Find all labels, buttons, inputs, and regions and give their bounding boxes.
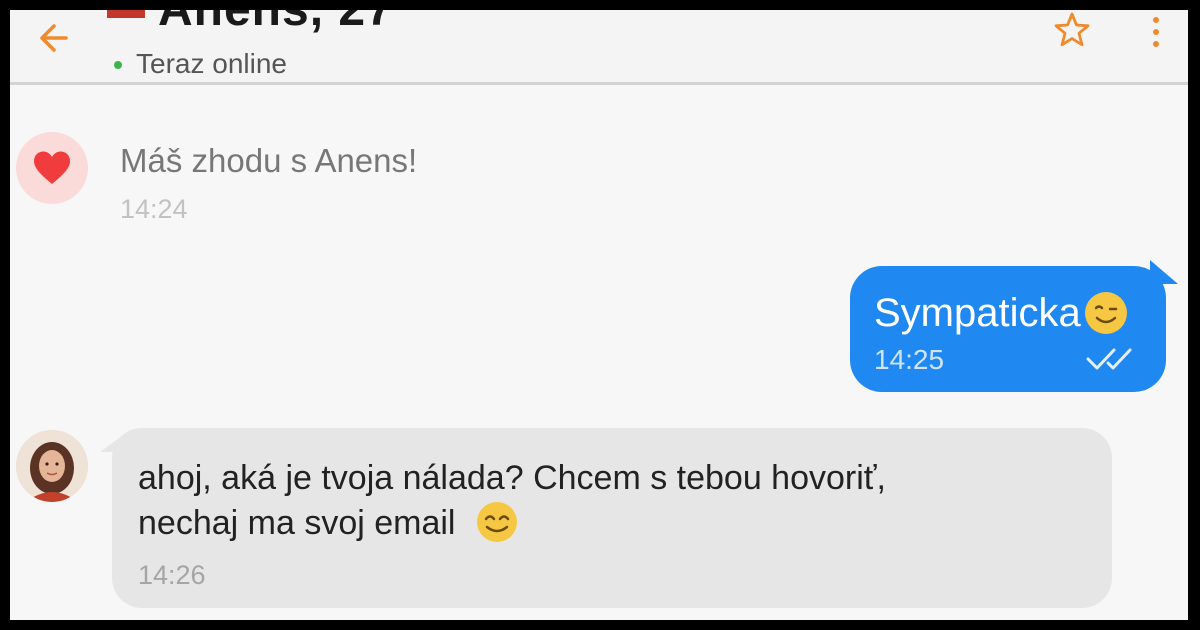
contact-name[interactable]: Anens, 27 xyxy=(158,10,394,37)
chat-screen: Anens, 27 Teraz online Máš zhodu s Anens… xyxy=(10,10,1188,620)
incoming-message-line-1: ahoj, aká je tvoja nálada? Chcem s tebou… xyxy=(138,459,886,497)
more-vert-icon xyxy=(1153,17,1159,23)
match-heart-badge xyxy=(16,132,88,204)
more-vert-dot xyxy=(1153,29,1159,35)
avatar[interactable] xyxy=(16,430,88,502)
more-vert-dot xyxy=(1153,41,1159,47)
outgoing-message-time: 14:25 xyxy=(874,344,945,375)
flag-icon xyxy=(107,10,145,18)
heart-icon xyxy=(34,151,70,184)
more-options-button[interactable] xyxy=(1142,10,1170,54)
star-icon xyxy=(1054,12,1090,47)
double-check-icon xyxy=(1086,348,1132,370)
match-time: 14:24 xyxy=(120,194,188,224)
incoming-message-line-2: nechaj ma svoj email xyxy=(138,504,456,542)
chat-header: Anens, 27 Teraz online xyxy=(10,10,1188,85)
outgoing-message-bubble[interactable]: Sympaticka 14:25 xyxy=(850,266,1166,392)
smile-emoji xyxy=(476,502,517,542)
outgoing-message-text: Sympaticka xyxy=(874,290,1081,335)
online-status: Teraz online xyxy=(136,48,287,79)
outgoing-message-content: Sympaticka xyxy=(874,290,1129,336)
back-button[interactable] xyxy=(34,18,74,58)
favorite-button[interactable] xyxy=(1052,10,1092,50)
incoming-message-line-2-wrap: nechaj ma svoj email xyxy=(138,500,886,545)
back-arrow-icon xyxy=(40,24,68,52)
wink-emoji xyxy=(1084,292,1127,334)
match-message: Máš zhodu s Anens! xyxy=(120,142,418,179)
avatar-image xyxy=(16,430,88,502)
incoming-message-bubble[interactable]: ahoj, aká je tvoja nálada? Chcem s tebou… xyxy=(112,428,1112,608)
incoming-message-time: 14:26 xyxy=(138,560,206,590)
online-indicator xyxy=(114,61,122,69)
incoming-message-text: ahoj, aká je tvoja nálada? Chcem s tebou… xyxy=(138,456,886,545)
